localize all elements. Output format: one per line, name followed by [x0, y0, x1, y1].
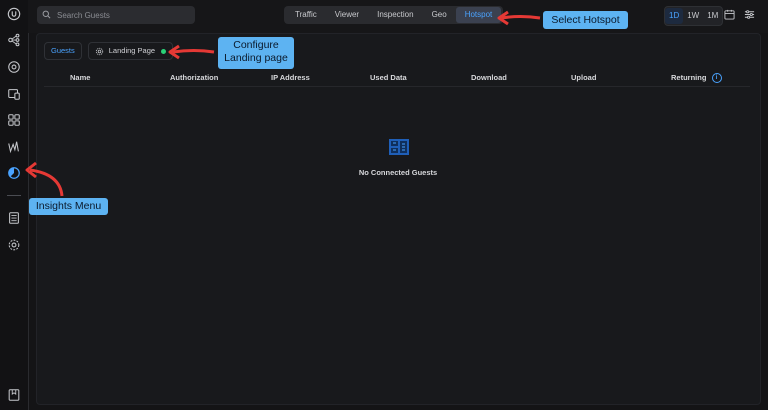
arrow-to-insights — [25, 161, 64, 197]
subtab-landing-page[interactable]: Landing Page — [87, 42, 174, 60]
subtab-landing-label: Landing Page — [108, 46, 156, 55]
search-box[interactable] — [37, 6, 195, 24]
tab-geo[interactable]: Geo — [423, 7, 456, 23]
col-returning-label: Returning — [671, 73, 707, 82]
col-download[interactable]: Download — [471, 73, 507, 82]
filter-sliders-icon[interactable] — [744, 9, 756, 21]
whats-new-icon[interactable] — [5, 386, 23, 404]
devices-icon[interactable] — [5, 85, 23, 103]
topology-icon[interactable] — [5, 31, 23, 49]
period-1w[interactable]: 1W — [683, 8, 703, 24]
col-returning[interactable]: Returning i — [671, 73, 722, 84]
logs-icon[interactable] — [5, 209, 23, 227]
main-panel — [36, 33, 761, 405]
insights-tabs: Traffic Viewer Inspection Geo Hotspot — [284, 6, 504, 24]
period-1d[interactable]: 1D — [665, 8, 684, 24]
search-input[interactable] — [57, 10, 187, 20]
tab-inspection[interactable]: Inspection — [368, 7, 422, 23]
callout-configure-landing: Configure Landing page — [218, 37, 294, 69]
table-header: Name Authorization IP Address Used Data … — [44, 70, 750, 87]
settings-icon[interactable] — [5, 236, 23, 254]
callout-landing-line2: Landing page — [224, 52, 288, 64]
callout-insights-menu: Insights Menu — [29, 198, 108, 215]
subtab-guests[interactable]: Guests — [44, 42, 82, 60]
sidebar — [0, 0, 29, 410]
arrow-to-landing-page — [168, 44, 215, 60]
insights-icon[interactable] — [5, 164, 23, 182]
info-icon[interactable]: i — [711, 73, 722, 84]
clients-grid-icon[interactable] — [5, 111, 23, 129]
callout-landing-line1: Configure — [233, 39, 279, 51]
empty-state-icon — [389, 139, 409, 155]
tab-viewer[interactable]: Viewer — [326, 7, 368, 23]
hotspot-subtabs: Guests Landing Page — [44, 42, 174, 60]
logo-icon[interactable] — [5, 5, 23, 23]
tab-traffic[interactable]: Traffic — [286, 7, 326, 23]
col-authorization[interactable]: Authorization — [170, 73, 218, 82]
col-upload[interactable]: Upload — [571, 73, 596, 82]
sidebar-divider — [7, 195, 21, 196]
search-icon — [42, 10, 52, 20]
col-used-data[interactable]: Used Data — [370, 73, 407, 82]
col-name[interactable]: Name — [70, 73, 90, 82]
stats-icon[interactable] — [5, 138, 23, 156]
tab-hotspot[interactable]: Hotspot — [455, 7, 502, 23]
empty-state-message: No Connected Guests — [358, 168, 438, 177]
target-icon[interactable] — [5, 58, 23, 76]
arrow-to-hotspot — [497, 10, 541, 26]
calendar-icon[interactable] — [724, 9, 736, 21]
callout-select-hotspot: Select Hotspot — [543, 11, 628, 29]
gear-icon — [95, 47, 104, 56]
col-ip-address[interactable]: IP Address — [271, 73, 310, 82]
period-1m[interactable]: 1M — [703, 8, 722, 24]
period-selector: 1D 1W 1M — [664, 6, 724, 26]
